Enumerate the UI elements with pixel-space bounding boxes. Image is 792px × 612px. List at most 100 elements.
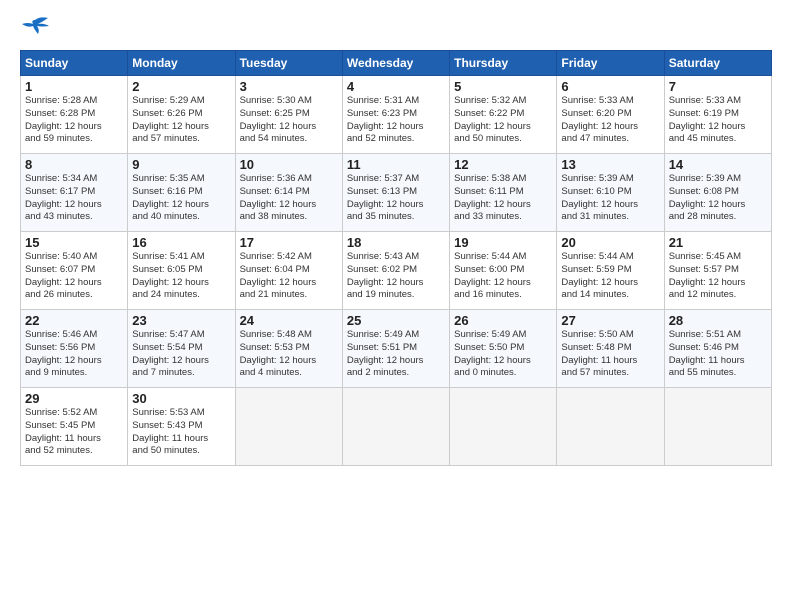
day-number: 27 (561, 313, 659, 328)
calendar-cell: 16Sunrise: 5:41 AM Sunset: 6:05 PM Dayli… (128, 232, 235, 310)
day-info: Sunrise: 5:45 AM Sunset: 5:57 PM Dayligh… (669, 251, 767, 302)
day-info: Sunrise: 5:42 AM Sunset: 6:04 PM Dayligh… (240, 251, 338, 302)
calendar-cell: 12Sunrise: 5:38 AM Sunset: 6:11 PM Dayli… (450, 154, 557, 232)
day-number: 19 (454, 235, 552, 250)
dow-header-monday: Monday (128, 51, 235, 76)
calendar-cell: 5Sunrise: 5:32 AM Sunset: 6:22 PM Daylig… (450, 76, 557, 154)
day-number: 7 (669, 79, 767, 94)
calendar-cell: 27Sunrise: 5:50 AM Sunset: 5:48 PM Dayli… (557, 310, 664, 388)
day-number: 9 (132, 157, 230, 172)
day-number: 15 (25, 235, 123, 250)
day-number: 22 (25, 313, 123, 328)
day-info: Sunrise: 5:34 AM Sunset: 6:17 PM Dayligh… (25, 173, 123, 224)
calendar-cell: 6Sunrise: 5:33 AM Sunset: 6:20 PM Daylig… (557, 76, 664, 154)
day-number: 3 (240, 79, 338, 94)
day-info: Sunrise: 5:32 AM Sunset: 6:22 PM Dayligh… (454, 95, 552, 146)
day-number: 25 (347, 313, 445, 328)
calendar-cell: 22Sunrise: 5:46 AM Sunset: 5:56 PM Dayli… (21, 310, 128, 388)
day-info: Sunrise: 5:44 AM Sunset: 6:00 PM Dayligh… (454, 251, 552, 302)
calendar-cell: 11Sunrise: 5:37 AM Sunset: 6:13 PM Dayli… (342, 154, 449, 232)
calendar-cell: 7Sunrise: 5:33 AM Sunset: 6:19 PM Daylig… (664, 76, 771, 154)
dow-header-sunday: Sunday (21, 51, 128, 76)
page-container: SundayMondayTuesdayWednesdayThursdayFrid… (0, 0, 792, 476)
calendar-cell: 26Sunrise: 5:49 AM Sunset: 5:50 PM Dayli… (450, 310, 557, 388)
dow-header-friday: Friday (557, 51, 664, 76)
dow-header-wednesday: Wednesday (342, 51, 449, 76)
day-number: 16 (132, 235, 230, 250)
day-info: Sunrise: 5:36 AM Sunset: 6:14 PM Dayligh… (240, 173, 338, 224)
calendar-cell: 8Sunrise: 5:34 AM Sunset: 6:17 PM Daylig… (21, 154, 128, 232)
day-info: Sunrise: 5:39 AM Sunset: 6:10 PM Dayligh… (561, 173, 659, 224)
calendar-cell: 29Sunrise: 5:52 AM Sunset: 5:45 PM Dayli… (21, 388, 128, 466)
day-info: Sunrise: 5:38 AM Sunset: 6:11 PM Dayligh… (454, 173, 552, 224)
day-number: 17 (240, 235, 338, 250)
day-info: Sunrise: 5:52 AM Sunset: 5:45 PM Dayligh… (25, 407, 123, 458)
day-info: Sunrise: 5:49 AM Sunset: 5:50 PM Dayligh… (454, 329, 552, 380)
calendar-cell: 28Sunrise: 5:51 AM Sunset: 5:46 PM Dayli… (664, 310, 771, 388)
day-number: 1 (25, 79, 123, 94)
calendar-cell (450, 388, 557, 466)
day-number: 23 (132, 313, 230, 328)
day-number: 4 (347, 79, 445, 94)
calendar-cell: 14Sunrise: 5:39 AM Sunset: 6:08 PM Dayli… (664, 154, 771, 232)
day-info: Sunrise: 5:33 AM Sunset: 6:19 PM Dayligh… (669, 95, 767, 146)
calendar-week-1: 8Sunrise: 5:34 AM Sunset: 6:17 PM Daylig… (21, 154, 772, 232)
day-number: 28 (669, 313, 767, 328)
calendar-cell (342, 388, 449, 466)
calendar-week-2: 15Sunrise: 5:40 AM Sunset: 6:07 PM Dayli… (21, 232, 772, 310)
day-info: Sunrise: 5:43 AM Sunset: 6:02 PM Dayligh… (347, 251, 445, 302)
day-info: Sunrise: 5:39 AM Sunset: 6:08 PM Dayligh… (669, 173, 767, 224)
calendar-week-0: 1Sunrise: 5:28 AM Sunset: 6:28 PM Daylig… (21, 76, 772, 154)
calendar-cell: 17Sunrise: 5:42 AM Sunset: 6:04 PM Dayli… (235, 232, 342, 310)
logo-bird-icon (20, 16, 50, 40)
calendar-cell: 18Sunrise: 5:43 AM Sunset: 6:02 PM Dayli… (342, 232, 449, 310)
calendar-cell: 1Sunrise: 5:28 AM Sunset: 6:28 PM Daylig… (21, 76, 128, 154)
day-number: 30 (132, 391, 230, 406)
day-info: Sunrise: 5:50 AM Sunset: 5:48 PM Dayligh… (561, 329, 659, 380)
day-info: Sunrise: 5:30 AM Sunset: 6:25 PM Dayligh… (240, 95, 338, 146)
day-info: Sunrise: 5:53 AM Sunset: 5:43 PM Dayligh… (132, 407, 230, 458)
logo (20, 16, 54, 40)
calendar-cell: 15Sunrise: 5:40 AM Sunset: 6:07 PM Dayli… (21, 232, 128, 310)
day-number: 24 (240, 313, 338, 328)
calendar-cell: 10Sunrise: 5:36 AM Sunset: 6:14 PM Dayli… (235, 154, 342, 232)
day-number: 29 (25, 391, 123, 406)
calendar-cell: 23Sunrise: 5:47 AM Sunset: 5:54 PM Dayli… (128, 310, 235, 388)
dow-header-tuesday: Tuesday (235, 51, 342, 76)
day-info: Sunrise: 5:48 AM Sunset: 5:53 PM Dayligh… (240, 329, 338, 380)
day-number: 12 (454, 157, 552, 172)
day-info: Sunrise: 5:49 AM Sunset: 5:51 PM Dayligh… (347, 329, 445, 380)
dow-header-saturday: Saturday (664, 51, 771, 76)
day-number: 14 (669, 157, 767, 172)
day-info: Sunrise: 5:33 AM Sunset: 6:20 PM Dayligh… (561, 95, 659, 146)
calendar-cell: 13Sunrise: 5:39 AM Sunset: 6:10 PM Dayli… (557, 154, 664, 232)
day-number: 26 (454, 313, 552, 328)
calendar-cell (664, 388, 771, 466)
calendar-cell: 9Sunrise: 5:35 AM Sunset: 6:16 PM Daylig… (128, 154, 235, 232)
day-info: Sunrise: 5:29 AM Sunset: 6:26 PM Dayligh… (132, 95, 230, 146)
calendar-cell: 24Sunrise: 5:48 AM Sunset: 5:53 PM Dayli… (235, 310, 342, 388)
day-info: Sunrise: 5:51 AM Sunset: 5:46 PM Dayligh… (669, 329, 767, 380)
calendar-week-3: 22Sunrise: 5:46 AM Sunset: 5:56 PM Dayli… (21, 310, 772, 388)
day-number: 21 (669, 235, 767, 250)
calendar-week-4: 29Sunrise: 5:52 AM Sunset: 5:45 PM Dayli… (21, 388, 772, 466)
calendar-cell: 21Sunrise: 5:45 AM Sunset: 5:57 PM Dayli… (664, 232, 771, 310)
calendar-cell: 3Sunrise: 5:30 AM Sunset: 6:25 PM Daylig… (235, 76, 342, 154)
day-info: Sunrise: 5:44 AM Sunset: 5:59 PM Dayligh… (561, 251, 659, 302)
day-of-week-row: SundayMondayTuesdayWednesdayThursdayFrid… (21, 51, 772, 76)
day-info: Sunrise: 5:31 AM Sunset: 6:23 PM Dayligh… (347, 95, 445, 146)
day-number: 13 (561, 157, 659, 172)
calendar-cell: 19Sunrise: 5:44 AM Sunset: 6:00 PM Dayli… (450, 232, 557, 310)
day-number: 10 (240, 157, 338, 172)
calendar-body: 1Sunrise: 5:28 AM Sunset: 6:28 PM Daylig… (21, 76, 772, 466)
day-number: 11 (347, 157, 445, 172)
header (20, 16, 772, 40)
day-info: Sunrise: 5:40 AM Sunset: 6:07 PM Dayligh… (25, 251, 123, 302)
day-info: Sunrise: 5:47 AM Sunset: 5:54 PM Dayligh… (132, 329, 230, 380)
day-number: 8 (25, 157, 123, 172)
calendar-cell: 4Sunrise: 5:31 AM Sunset: 6:23 PM Daylig… (342, 76, 449, 154)
calendar-cell: 2Sunrise: 5:29 AM Sunset: 6:26 PM Daylig… (128, 76, 235, 154)
day-info: Sunrise: 5:28 AM Sunset: 6:28 PM Dayligh… (25, 95, 123, 146)
day-info: Sunrise: 5:37 AM Sunset: 6:13 PM Dayligh… (347, 173, 445, 224)
day-info: Sunrise: 5:35 AM Sunset: 6:16 PM Dayligh… (132, 173, 230, 224)
